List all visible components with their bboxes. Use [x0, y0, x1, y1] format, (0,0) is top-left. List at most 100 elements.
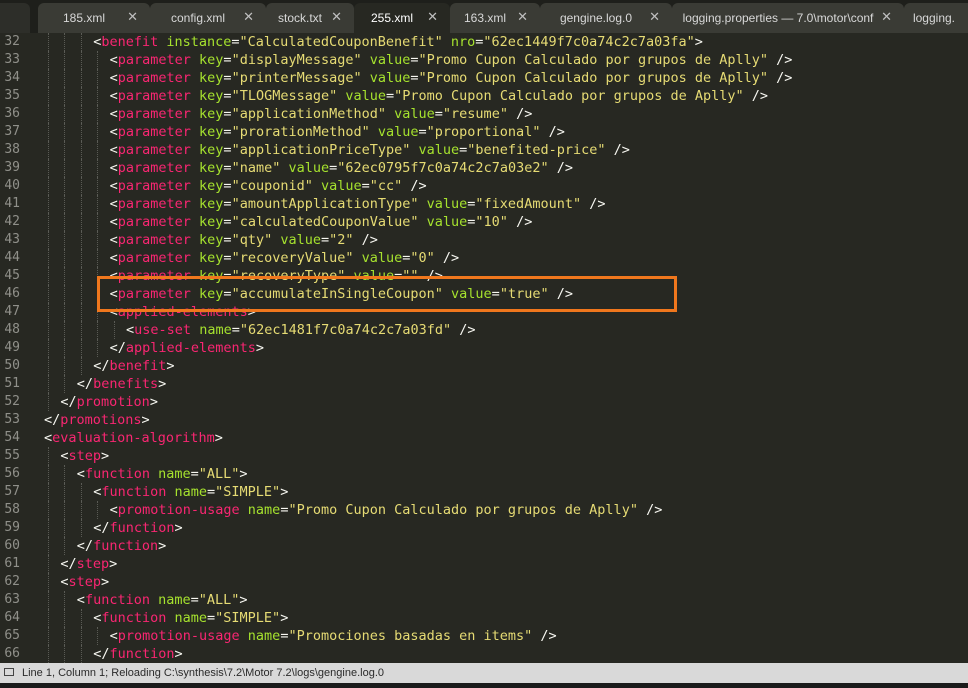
code-line[interactable]: 46 <parameter key="accumulateInSingleCoup…: [0, 285, 968, 303]
code-line[interactable]: 52 </promotion>: [0, 393, 968, 411]
code-line[interactable]: 45 <parameter key="recoveryType" value=""…: [0, 267, 968, 285]
indent-guide: [80, 69, 82, 87]
code-editor[interactable]: 32 <benefit instance="CalculatedCouponBen…: [0, 33, 968, 663]
indent-guide: [64, 159, 66, 177]
code-token: value: [288, 160, 330, 176]
tab-163-xml[interactable]: 163.xml ✕: [450, 3, 540, 33]
code-line[interactable]: 39 <parameter key="name" value="62ec0795f…: [0, 159, 968, 177]
code-token: />: [540, 124, 565, 140]
code-line[interactable]: 33 <parameter key="displayMessage" value=…: [0, 51, 968, 69]
tab-logging-properties[interactable]: logging.properties — 7.0\motor\conf ✕: [672, 3, 904, 33]
close-icon[interactable]: ✕: [881, 10, 892, 24]
code-token: <: [109, 106, 118, 122]
code-line[interactable]: 36 <parameter key="applicationMethod" val…: [0, 105, 968, 123]
close-icon[interactable]: ✕: [243, 10, 254, 24]
code-line[interactable]: 62 <step>: [0, 573, 968, 591]
code-line[interactable]: 44 <parameter key="recoveryValue" value="…: [0, 249, 968, 267]
code-line[interactable]: 66 </function>: [0, 645, 968, 663]
code-line[interactable]: 41 <parameter key="amountApplicationType"…: [0, 195, 968, 213]
code-line[interactable]: 38 <parameter key="applicationPriceType" …: [0, 141, 968, 159]
line-number: 56: [4, 466, 20, 481]
code-token: =: [410, 52, 419, 68]
code-token: "62ec1449f7c0a74c2c7a03fa": [483, 34, 695, 50]
code-line[interactable]: 61 </step>: [0, 555, 968, 573]
code-line[interactable]: 49 </applied-elements>: [0, 339, 968, 357]
indent-guide: [48, 465, 49, 483]
code-token: "resume": [442, 106, 508, 122]
code-token: >: [255, 340, 265, 356]
code-text: <parameter key="applicationMethod" value…: [110, 105, 533, 123]
code-line[interactable]: 42 <parameter key="calculatedCouponValue"…: [0, 213, 968, 231]
code-token: =: [223, 88, 232, 104]
code-line[interactable]: 43 <parameter key="qty" value="2" />: [0, 231, 968, 249]
code-line[interactable]: 58 <promotion-usage name="Promo Cupon Cal…: [0, 501, 968, 519]
code-token: "TLOGMessage": [231, 88, 338, 104]
console-icon[interactable]: [4, 668, 14, 676]
code-line[interactable]: 64 <function name="SIMPLE">: [0, 609, 968, 627]
close-icon[interactable]: ✕: [427, 10, 438, 24]
code-line[interactable]: 53 </promotions>: [0, 411, 968, 429]
line-number: 59: [4, 520, 20, 535]
code-line[interactable]: 57 <function name="SIMPLE">: [0, 483, 968, 501]
code-text: <parameter key="accumulateInSingleCoupon…: [110, 285, 573, 303]
code-token: value: [320, 178, 362, 194]
line-number: 34: [4, 70, 20, 85]
code-token: =: [491, 286, 500, 302]
code-line[interactable]: 56 <function name="ALL">: [0, 465, 968, 483]
code-token: "2": [329, 232, 354, 248]
code-line[interactable]: 32 <benefit instance="CalculatedCouponBen…: [0, 33, 968, 51]
code-line[interactable]: 60 </function>: [0, 537, 968, 555]
code-token: applied-elements: [125, 340, 256, 356]
code-line[interactable]: 37 <parameter key="prorationMethod" value…: [0, 123, 968, 141]
close-icon[interactable]: ✕: [331, 10, 342, 24]
code-token: =: [223, 70, 232, 86]
code-token: name: [247, 502, 281, 518]
indent-guide: [64, 465, 66, 483]
code-token: key: [199, 250, 224, 266]
tab-config-xml[interactable]: config.xml ✕: [150, 3, 266, 33]
code-line[interactable]: 34 <parameter key="printerMessage" value=…: [0, 69, 968, 87]
code-token: key: [199, 106, 224, 122]
code-token: =: [223, 232, 232, 248]
tab-gengine-log-0[interactable]: gengine.log.0 ✕: [540, 3, 672, 33]
code-text: </function>: [77, 537, 166, 555]
tab-logging-[interactable]: logging.: [904, 3, 968, 33]
line-number: 45: [4, 268, 20, 283]
close-icon[interactable]: ✕: [517, 10, 528, 24]
code-token: =: [223, 142, 232, 158]
code-line[interactable]: 47 <applied-elements>: [0, 303, 968, 321]
code-line[interactable]: 40 <parameter key="couponid" value="cc" /…: [0, 177, 968, 195]
code-line[interactable]: 55 <step>: [0, 447, 968, 465]
indent-guide: [97, 303, 99, 321]
code-line[interactable]: 48 <use-set name="62ec1481f7c0a74c2c7a03f…: [0, 321, 968, 339]
tab-stock-txt[interactable]: stock.txt ✕: [266, 3, 354, 33]
code-token: key: [199, 124, 224, 140]
indent-guide: [48, 159, 49, 177]
tab-255-xml[interactable]: 255.xml ✕: [354, 3, 450, 33]
code-token: />: [507, 106, 533, 122]
code-token: "accumulateInSingleCoupon": [231, 286, 443, 302]
code-line[interactable]: 50 </benefit>: [0, 357, 968, 375]
code-token: key: [199, 88, 224, 104]
code-line[interactable]: 59 </function>: [0, 519, 968, 537]
close-icon[interactable]: ✕: [127, 10, 138, 24]
indent-guide: [48, 105, 49, 123]
indent-guide: [80, 321, 82, 339]
code-line[interactable]: 54 <evaluation-algorithm>: [0, 429, 968, 447]
code-token: >: [280, 484, 289, 500]
indent-guide: [80, 231, 82, 249]
code-line[interactable]: 51 </benefits>: [0, 375, 968, 393]
code-token: =: [223, 250, 232, 266]
code-line[interactable]: 65 <promotion-usage name="Promociones bas…: [0, 627, 968, 645]
code-line[interactable]: 35 <parameter key="TLOGMessage" value="Pr…: [0, 87, 968, 105]
close-icon[interactable]: ✕: [649, 10, 660, 24]
tab-185-xml[interactable]: 185.xml ✕: [38, 3, 150, 33]
code-token: evaluation-algorithm: [52, 430, 215, 446]
indent-guide: [48, 357, 49, 375]
code-line[interactable]: 63 <function name="ALL">: [0, 591, 968, 609]
indent-guide: [80, 609, 82, 627]
indent-guide: [48, 339, 49, 357]
